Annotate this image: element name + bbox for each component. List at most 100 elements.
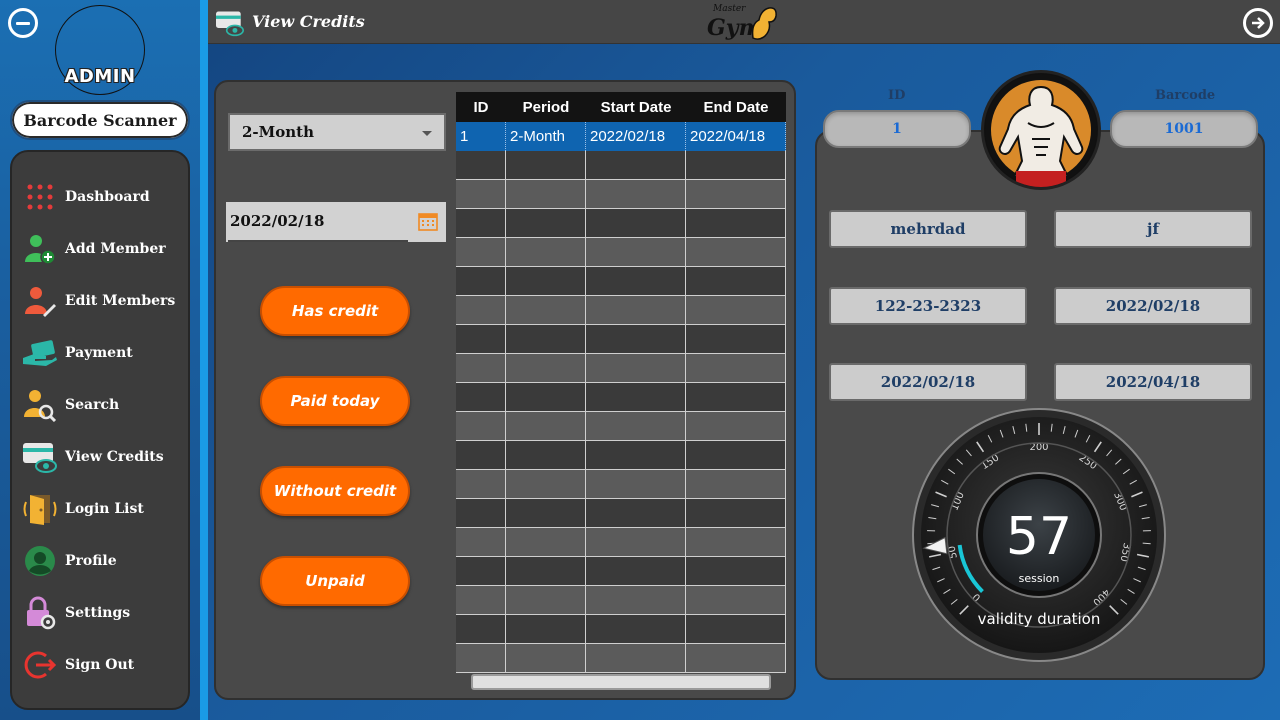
sidebar-item-label: Edit Members <box>65 293 176 309</box>
id-label: ID <box>888 88 906 103</box>
table-cell-empty <box>456 528 506 557</box>
lock-settings-icon <box>22 595 58 631</box>
sidebar-item-payment[interactable]: Payment <box>12 329 188 377</box>
member-photo <box>981 70 1101 190</box>
table-cell-empty <box>686 528 786 557</box>
table-row-empty[interactable] <box>456 354 786 383</box>
sidebar-item-dashboard[interactable]: Dashboard <box>12 173 188 221</box>
table-cell-empty <box>456 209 506 238</box>
master-gym-logo: Master Gym <box>705 2 780 44</box>
unpaid-button[interactable]: Unpaid <box>260 556 410 606</box>
column-header-start-date[interactable]: Start Date <box>586 92 686 122</box>
table-row-empty[interactable] <box>456 499 786 528</box>
table-cell-empty <box>586 412 686 441</box>
gauge-caption: validity duration <box>978 610 1101 628</box>
table-cell-empty <box>686 441 786 470</box>
column-header-end-date[interactable]: End Date <box>686 92 786 122</box>
sidebar-item-search[interactable]: Search <box>12 381 188 429</box>
table-row-empty[interactable] <box>456 325 786 354</box>
table-cell-empty <box>586 528 686 557</box>
table-row-empty[interactable] <box>456 615 786 644</box>
sidebar-item-sign-out[interactable]: Sign Out <box>12 641 188 689</box>
header-bar: View Credits Master Gym <box>208 0 1280 44</box>
table-cell-empty <box>586 354 686 383</box>
flexed-arm-icon <box>751 7 777 40</box>
sidebar-item-profile[interactable]: Profile <box>12 537 188 585</box>
table-row-empty[interactable] <box>456 180 786 209</box>
add-user-icon <box>22 231 58 267</box>
table-cell-empty <box>586 267 686 296</box>
door-icon <box>22 491 58 527</box>
admin-label: ADMIN <box>64 66 136 87</box>
table-row-empty[interactable] <box>456 209 786 238</box>
table-row-empty[interactable] <box>456 528 786 557</box>
without-credit-button[interactable]: Without credit <box>260 466 410 516</box>
credits-panel: 2-Month 2022/02/18 Has credit Paid today… <box>214 80 796 700</box>
has-credit-button[interactable]: Has credit <box>260 286 410 336</box>
minus-icon <box>16 21 30 25</box>
table-row-empty[interactable] <box>456 586 786 615</box>
table-cell-empty <box>686 557 786 586</box>
table-cell-empty <box>586 209 686 238</box>
table-row[interactable]: 1 2-Month 2022/02/18 2022/04/18 <box>456 122 786 151</box>
period-dropdown[interactable]: 2-Month <box>228 113 446 151</box>
table-cell-empty <box>686 644 786 673</box>
horizontal-scrollbar[interactable] <box>471 674 771 690</box>
table-row-empty[interactable] <box>456 267 786 296</box>
table-cell-empty <box>686 470 786 499</box>
search-user-icon <box>22 387 58 423</box>
last-name-field: jf <box>1054 210 1252 248</box>
table-row-empty[interactable] <box>456 296 786 325</box>
sidebar-item-view-credits[interactable]: View Credits <box>12 433 188 481</box>
member-barcode-field[interactable]: 1001 <box>1110 110 1258 148</box>
table-row-empty[interactable] <box>456 238 786 267</box>
table-row-empty[interactable] <box>456 383 786 412</box>
sidebar-item-add-member[interactable]: Add Member <box>12 225 188 273</box>
table-cell-empty <box>586 441 686 470</box>
sidebar-item-settings[interactable]: Settings <box>12 589 188 637</box>
table-row-empty[interactable] <box>456 151 786 180</box>
table-cell-empty <box>456 151 506 180</box>
table-cell-empty <box>586 238 686 267</box>
forward-button[interactable] <box>1243 8 1273 38</box>
sidebar-item-edit-members[interactable]: Edit Members <box>12 277 188 325</box>
calendar-icon[interactable] <box>418 211 438 231</box>
table-cell-id: 1 <box>456 122 506 151</box>
table-cell-empty <box>506 238 586 267</box>
table-cell-empty <box>586 499 686 528</box>
table-cell-empty <box>586 180 686 209</box>
table-row-empty[interactable] <box>456 470 786 499</box>
sidebar-item-label: Add Member <box>65 241 166 257</box>
table-row-empty[interactable] <box>456 644 786 673</box>
table-cell-empty <box>686 325 786 354</box>
table-row-empty[interactable] <box>456 441 786 470</box>
table-row-empty[interactable] <box>456 412 786 441</box>
date-picker[interactable]: 2022/02/18 <box>226 202 446 242</box>
table-cell-empty <box>506 325 586 354</box>
credit-card-eye-icon <box>22 439 58 475</box>
member-id-field[interactable]: 1 <box>823 110 971 148</box>
table-cell-empty <box>686 412 786 441</box>
table-cell-empty <box>456 644 506 673</box>
table-cell-empty <box>586 296 686 325</box>
sidebar-divider <box>200 0 208 720</box>
sidebar-item-label: Profile <box>65 553 117 569</box>
table-cell-empty <box>456 412 506 441</box>
collapse-sidebar-button[interactable] <box>8 8 38 38</box>
paid-today-button[interactable]: Paid today <box>260 376 410 426</box>
table-cell-empty <box>586 325 686 354</box>
period-dropdown-value: 2-Month <box>242 123 315 141</box>
logo-master-text: Master <box>713 4 746 14</box>
dashboard-grid-icon <box>22 179 58 215</box>
table-row-empty[interactable] <box>456 557 786 586</box>
column-header-id[interactable]: ID <box>456 92 506 122</box>
table-cell-empty <box>586 470 686 499</box>
column-header-period[interactable]: Period <box>506 92 586 122</box>
sidebar-item-login-list[interactable]: Login List <box>12 485 188 533</box>
sidebar-item-label: Login List <box>65 501 144 517</box>
barcode-scanner-button[interactable]: Barcode Scanner <box>10 100 190 140</box>
date-underline <box>228 240 408 242</box>
table-cell-empty <box>456 441 506 470</box>
sidebar: ADMIN Barcode Scanner Dashboard Add Memb… <box>0 0 200 720</box>
profile-icon <box>22 543 58 579</box>
